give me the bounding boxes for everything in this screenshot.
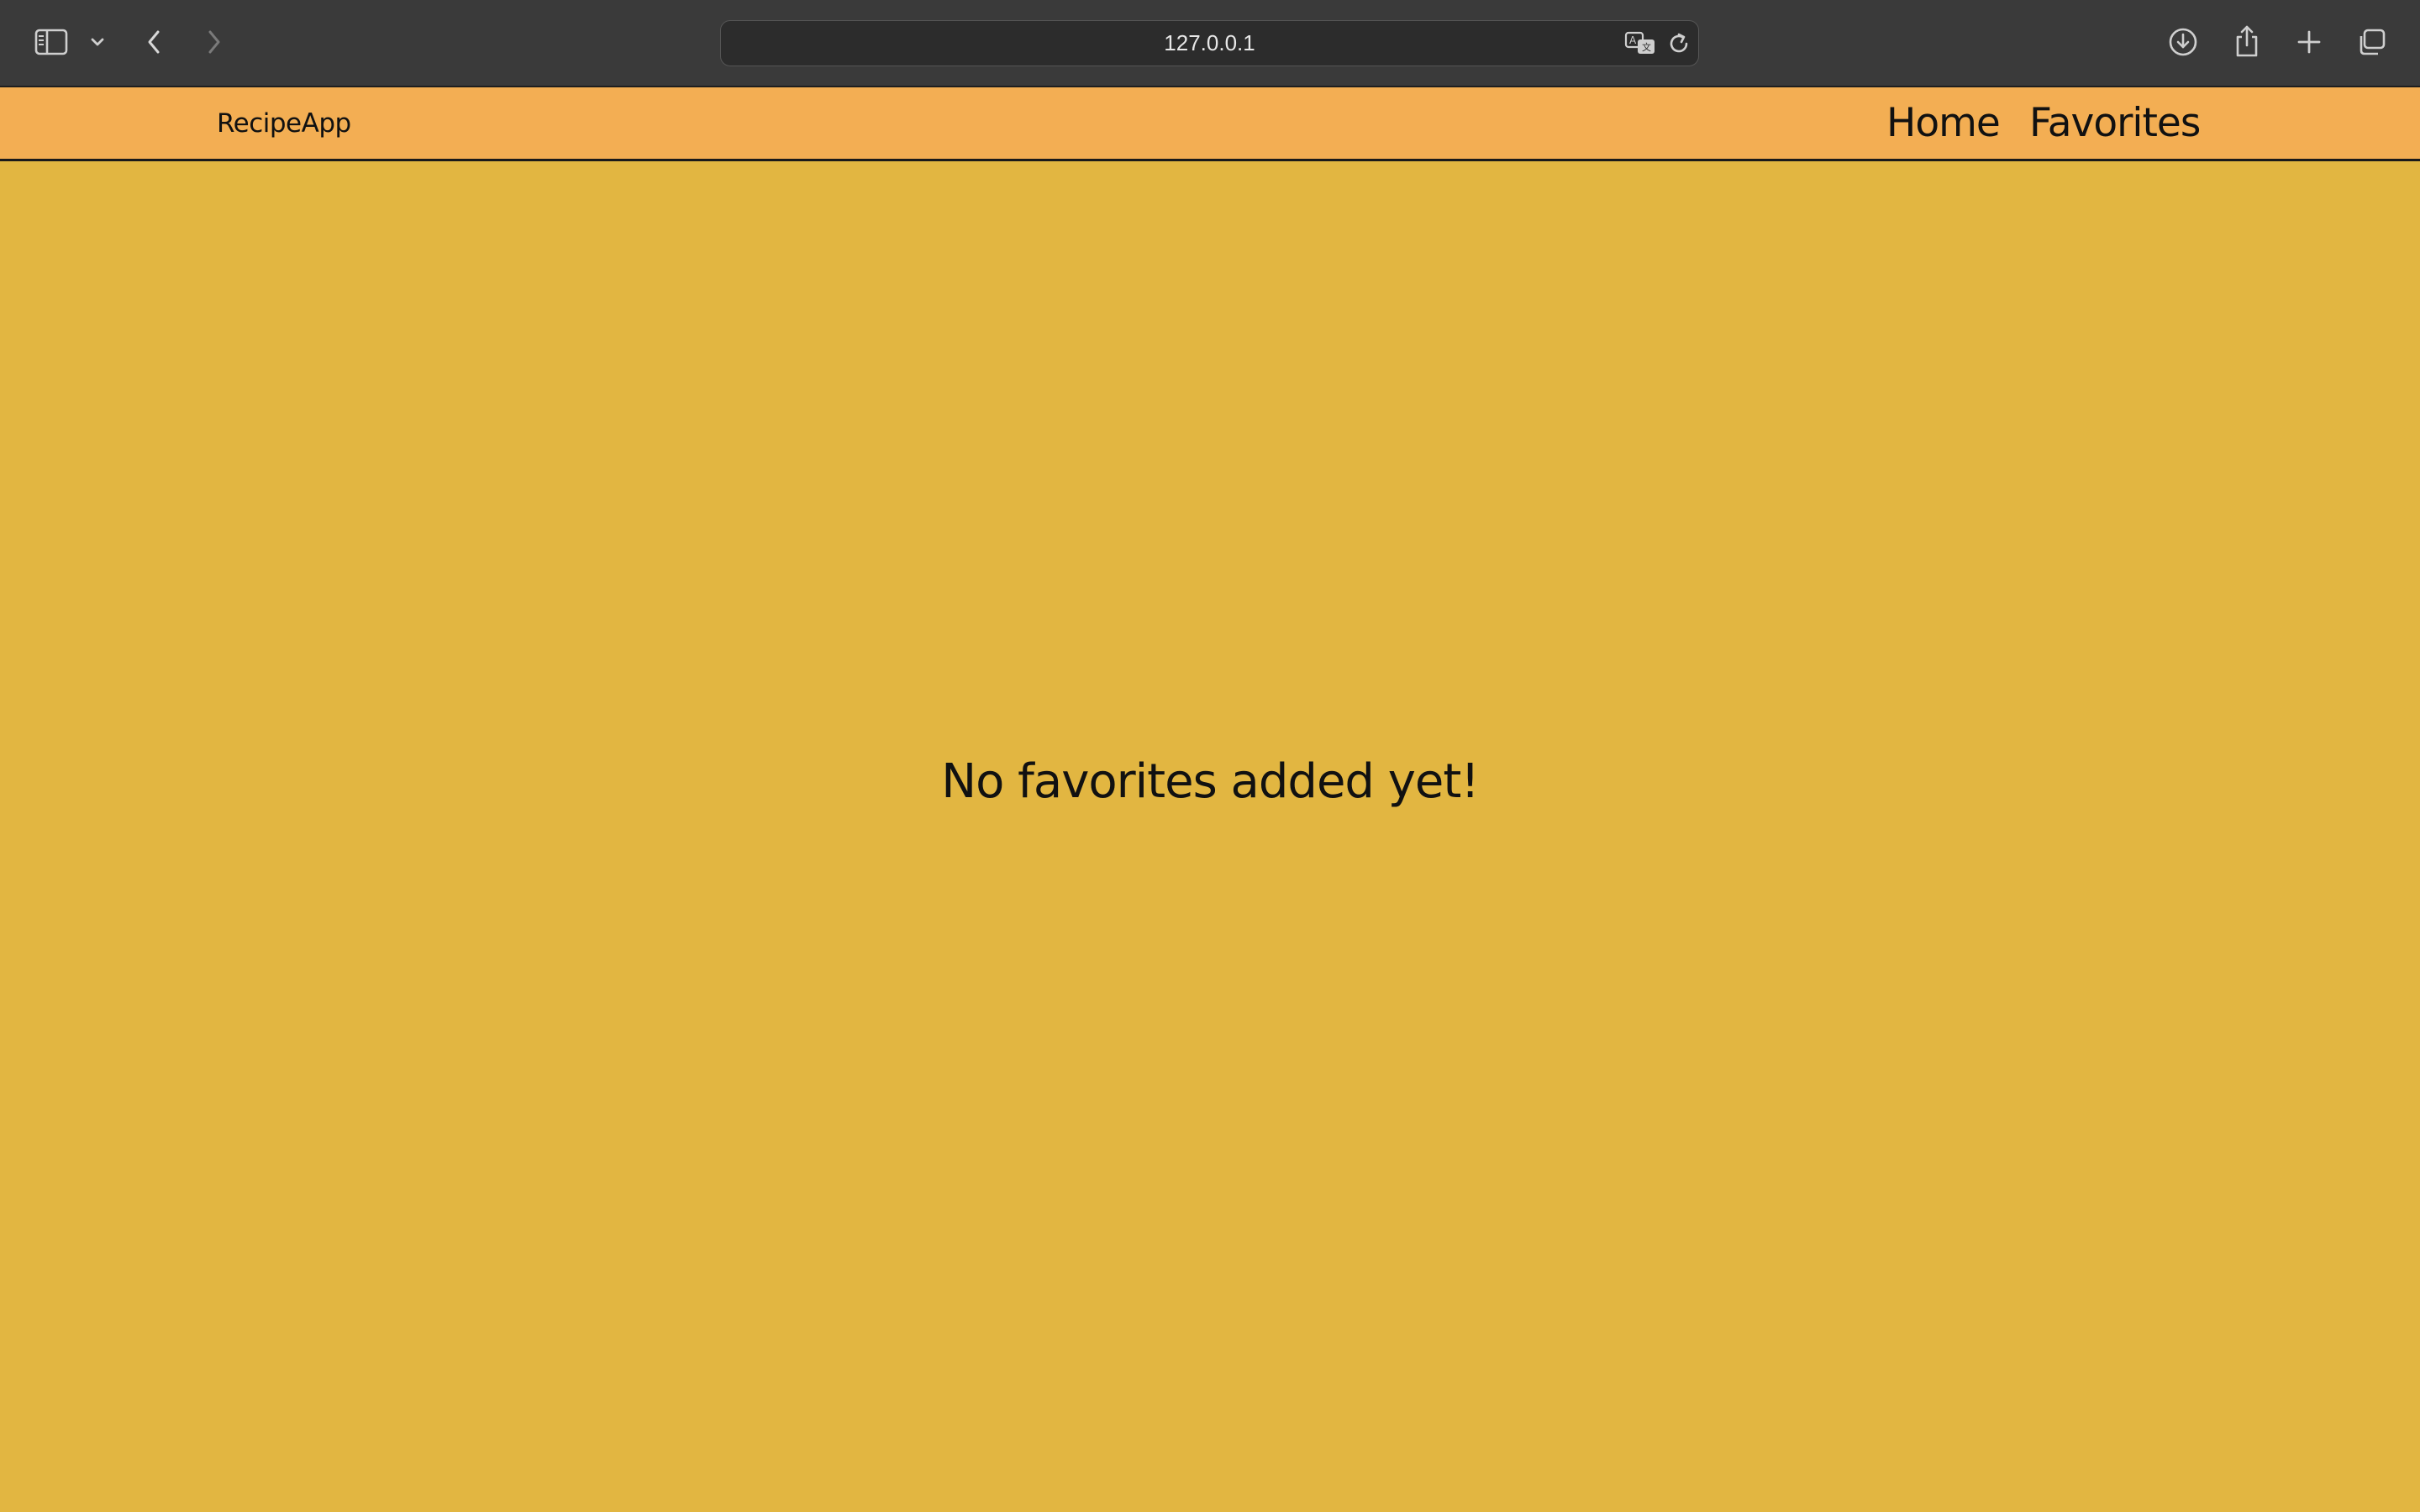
sidebar-icon[interactable]	[32, 25, 71, 59]
empty-favorites-message: No favorites added yet!	[941, 754, 1480, 809]
share-icon[interactable]	[2230, 24, 2264, 59]
chevron-right-icon[interactable]	[202, 25, 227, 59]
address-bar[interactable]: 127.0.0.1 A文	[720, 20, 1699, 66]
download-icon[interactable]	[2166, 25, 2200, 59]
url-text: 127.0.0.1	[1164, 30, 1255, 55]
nav-link-favorites[interactable]: Favorites	[2029, 87, 2201, 159]
favorites-page: No favorites added yet!	[0, 161, 2420, 1512]
chevron-left-icon[interactable]	[141, 25, 166, 59]
svg-text:A: A	[1629, 34, 1637, 46]
browser-toolbar: 127.0.0.1 A文	[0, 0, 2420, 87]
reload-icon[interactable]	[1666, 31, 1691, 60]
svg-text:文: 文	[1642, 41, 1651, 53]
translate-icon[interactable]: A文	[1624, 31, 1658, 60]
app-navbar: RecipeApp Home Favorites	[0, 87, 2420, 161]
nav-link-home[interactable]: Home	[1886, 87, 2001, 159]
plus-icon[interactable]	[2292, 25, 2326, 59]
chevron-down-icon[interactable]	[87, 32, 108, 52]
tabs-overview-icon[interactable]	[2354, 25, 2388, 59]
brand-logo-text[interactable]: RecipeApp	[217, 87, 351, 159]
